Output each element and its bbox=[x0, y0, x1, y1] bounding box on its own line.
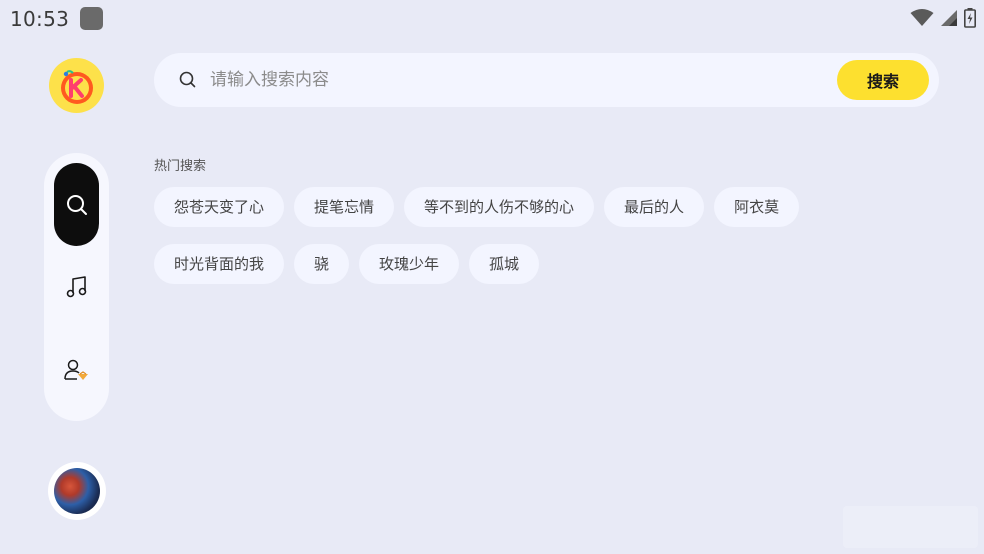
hot-search-tag[interactable]: 等不到的人伤不够的心 bbox=[404, 187, 595, 227]
signal-icon bbox=[941, 10, 957, 26]
hot-search-tag[interactable]: 最后的人 bbox=[604, 187, 705, 227]
nav-item-profile[interactable] bbox=[54, 347, 99, 392]
sidebar-nav bbox=[44, 153, 109, 421]
search-page: 10:53 请输入搜索内容 搜索 热门搜索 怨苍天变了心 提笔忘情 等不到的人伤… bbox=[0, 0, 984, 554]
hot-search-tag[interactable]: 孤城 bbox=[469, 244, 540, 284]
search-icon bbox=[66, 194, 87, 215]
search-icon bbox=[179, 71, 196, 88]
hot-search-tag[interactable]: 阿衣莫 bbox=[714, 187, 800, 227]
nav-item-music[interactable] bbox=[54, 264, 99, 309]
hot-search-row: 怨苍天变了心 提笔忘情 等不到的人伤不够的心 最后的人 阿衣莫 bbox=[154, 187, 854, 227]
hot-search-title: 热门搜索 bbox=[154, 159, 207, 174]
k-music-logo-icon[interactable] bbox=[49, 58, 104, 113]
search-bar: 搜索 bbox=[154, 53, 939, 107]
music-note-icon bbox=[66, 275, 86, 297]
hot-search-tag[interactable]: 玫瑰少年 bbox=[359, 244, 460, 284]
battery-charging-icon bbox=[964, 8, 976, 28]
hot-search-tag[interactable]: 怨苍天变了心 bbox=[154, 187, 285, 227]
now-playing-album-cover bbox=[54, 468, 100, 514]
hot-search-tag[interactable]: 骁 bbox=[294, 244, 350, 284]
user-vip-icon bbox=[63, 359, 88, 380]
app-notification-icon bbox=[80, 7, 103, 30]
status-time: 10:53 bbox=[10, 7, 70, 31]
search-button[interactable]: 搜索 bbox=[837, 60, 929, 100]
search-input[interactable] bbox=[210, 53, 810, 107]
hot-search-tag[interactable]: 提笔忘情 bbox=[294, 187, 395, 227]
wifi-icon bbox=[910, 9, 934, 26]
hot-search-tag[interactable]: 时光背面的我 bbox=[154, 244, 285, 284]
hot-search-row: 时光背面的我 骁 玫瑰少年 孤城 bbox=[154, 244, 854, 284]
hot-search-tags: 怨苍天变了心 提笔忘情 等不到的人伤不够的心 最后的人 阿衣莫 时光背面的我 骁… bbox=[154, 187, 854, 301]
corner-overlay bbox=[843, 506, 978, 548]
status-icons bbox=[910, 8, 976, 28]
now-playing-avatar[interactable] bbox=[48, 462, 106, 520]
nav-item-search[interactable] bbox=[54, 163, 99, 246]
